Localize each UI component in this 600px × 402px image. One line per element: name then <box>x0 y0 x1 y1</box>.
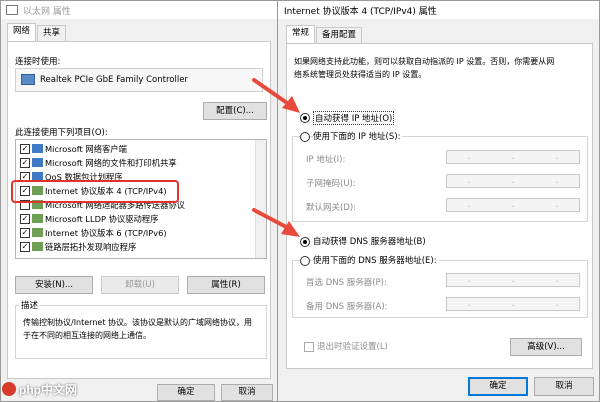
watermark-logo-icon <box>2 382 16 396</box>
arrow-to-auto-ip <box>252 78 300 113</box>
arrow-to-auto-dns <box>252 208 300 237</box>
annotation-arrows <box>252 78 300 237</box>
watermark-text: php中文网 <box>19 382 77 397</box>
watermark: php中文网 <box>2 380 77 398</box>
